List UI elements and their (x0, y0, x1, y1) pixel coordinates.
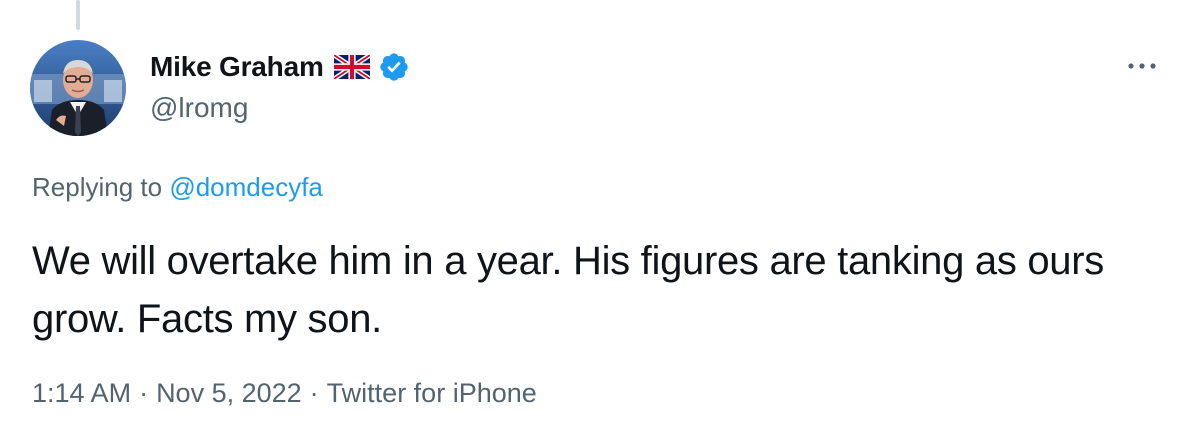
more-options-button[interactable] (1122, 52, 1162, 80)
replying-to: Replying to @domdecyfa (32, 172, 323, 203)
reply-target-link[interactable]: @domdecyfa (169, 172, 323, 202)
uk-flag-icon (332, 53, 371, 81)
name-row: Mike Graham (150, 50, 410, 84)
tweet-time[interactable]: 1:14 AM (32, 378, 131, 408)
more-dots-icon (1128, 63, 1156, 69)
avatar[interactable] (30, 40, 126, 136)
tweet-card: Mike Graham @lromg Replying to @domdecyf… (0, 0, 1192, 442)
user-handle[interactable]: @lromg (150, 92, 410, 124)
tweet-text: We will overtake him in a year. His figu… (32, 239, 1104, 341)
meta-separator: · (139, 378, 149, 408)
display-name[interactable]: Mike Graham (150, 51, 324, 83)
verified-badge-icon[interactable] (378, 51, 410, 83)
replying-to-label: Replying to (32, 172, 163, 202)
thread-connector-line (76, 0, 80, 30)
meta-separator: · (309, 378, 319, 408)
user-block: Mike Graham @lromg (150, 50, 410, 124)
tweet-date[interactable]: Nov 5, 2022 (156, 378, 302, 408)
tweet-source[interactable]: Twitter for iPhone (327, 378, 537, 408)
tweet-meta: 1:14 AM · Nov 5, 2022 · Twitter for iPhone (32, 378, 537, 409)
